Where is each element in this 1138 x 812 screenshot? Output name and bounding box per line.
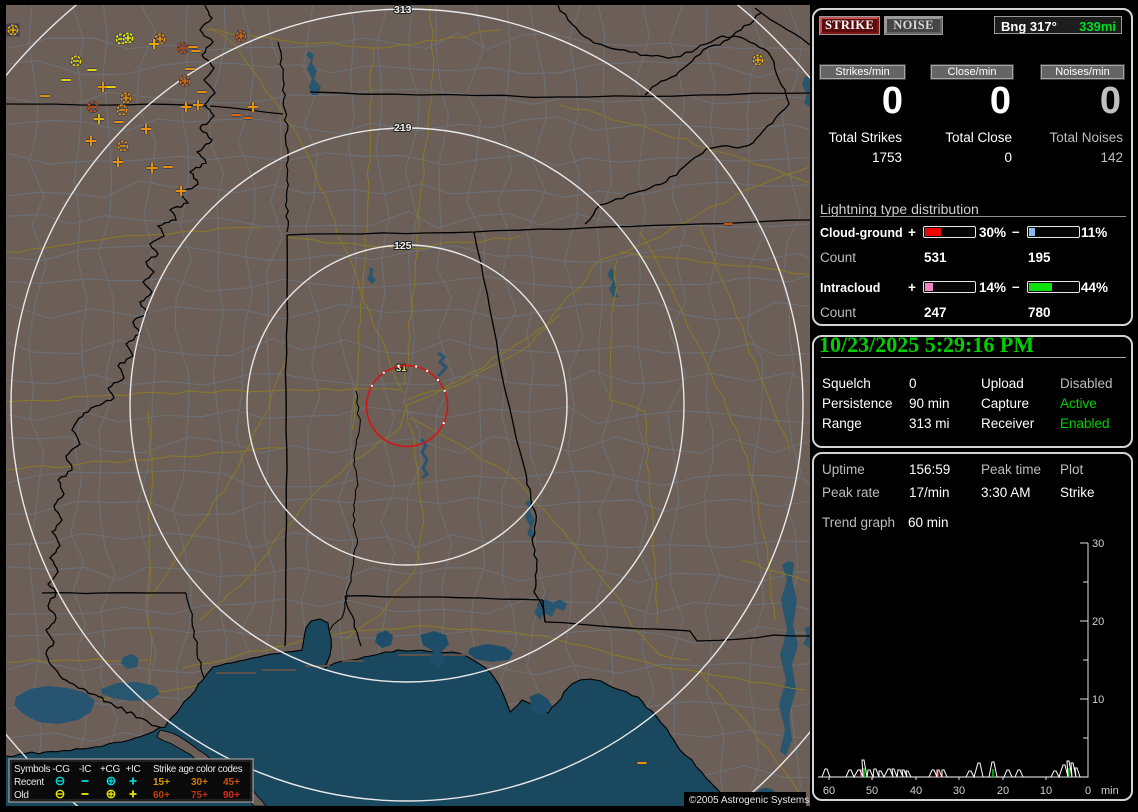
svg-text:15+: 15+ xyxy=(153,777,170,788)
svg-text:75+: 75+ xyxy=(191,790,208,801)
svg-text:Symbols: Symbols xyxy=(14,764,51,775)
svg-text:313: 313 xyxy=(394,5,412,16)
svg-text:10: 10 xyxy=(1092,694,1104,706)
svg-text:50: 50 xyxy=(866,785,878,797)
svg-text:60: 60 xyxy=(823,785,835,797)
svg-text:40: 40 xyxy=(910,785,922,797)
svg-text:Old: Old xyxy=(14,790,29,801)
svg-text:+CG: +CG xyxy=(100,764,120,775)
svg-text:20: 20 xyxy=(1092,616,1104,628)
svg-text:60+: 60+ xyxy=(153,790,170,801)
svg-text:30+: 30+ xyxy=(191,777,208,788)
svg-text:+IC: +IC xyxy=(126,764,141,775)
svg-text:30: 30 xyxy=(1092,538,1104,550)
svg-text:125: 125 xyxy=(394,240,412,252)
svg-text:-CG: -CG xyxy=(52,764,70,775)
svg-text:0: 0 xyxy=(1085,785,1091,797)
svg-text:min: min xyxy=(1101,785,1119,797)
svg-text:20: 20 xyxy=(997,785,1009,797)
svg-text:Strike age color codes: Strike age color codes xyxy=(153,764,243,775)
svg-text:30: 30 xyxy=(953,785,965,797)
svg-text:©2005 Astrogenic Systems: ©2005 Astrogenic Systems xyxy=(689,795,809,806)
svg-text:-IC: -IC xyxy=(79,764,92,775)
svg-text:Recent: Recent xyxy=(14,777,44,788)
svg-text:90+: 90+ xyxy=(223,790,240,801)
svg-text:45+: 45+ xyxy=(223,777,240,788)
svg-text:219: 219 xyxy=(394,122,412,134)
svg-text:31: 31 xyxy=(396,363,407,374)
svg-text:10: 10 xyxy=(1040,785,1052,797)
